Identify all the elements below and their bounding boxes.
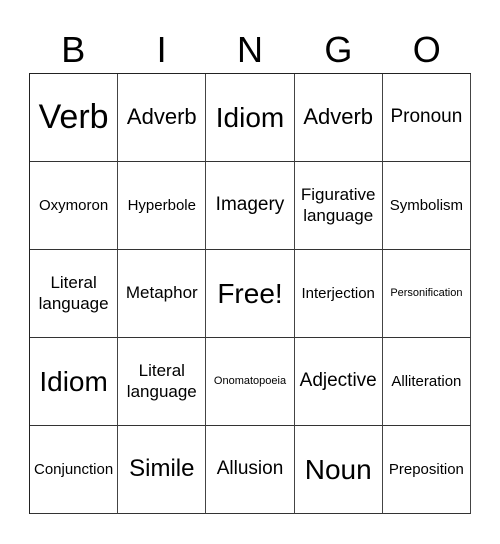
cell-label: Oxymoron bbox=[39, 196, 109, 214]
bingo-cell[interactable]: Verb bbox=[30, 74, 119, 162]
cell-label: Adverb bbox=[303, 104, 374, 130]
cell-label: Onomatopoeia bbox=[213, 374, 287, 387]
header-letter-g: G bbox=[324, 29, 353, 70]
bingo-cell[interactable]: Onomatopoeia bbox=[206, 338, 295, 426]
cell-label: Adverb bbox=[126, 104, 197, 130]
bingo-grid: Verb Adverb Idiom Adverb Pronoun Oxymoron Hype… bbox=[29, 73, 471, 514]
bingo-cell[interactable]: Hyperbole bbox=[118, 162, 207, 250]
bingo-cell[interactable]: Figurative language bbox=[294, 162, 383, 250]
cell-label: Noun bbox=[304, 453, 372, 485]
bingo-cell[interactable]: Literal language bbox=[30, 250, 119, 338]
bingo-cell[interactable]: Metaphor bbox=[118, 250, 207, 338]
cell-label: Idiom bbox=[215, 101, 285, 133]
bingo-cell[interactable]: Adjective bbox=[294, 338, 383, 426]
cell-label: Alliteration bbox=[391, 372, 462, 390]
cell-label: Symbolism bbox=[389, 196, 464, 214]
cell-label: Literal language bbox=[38, 273, 109, 313]
bingo-cell[interactable]: Preposition bbox=[382, 426, 471, 514]
cell-label: Metaphor bbox=[125, 283, 198, 303]
bingo-header: B I N G O bbox=[29, 28, 471, 72]
cell-label: Adjective bbox=[299, 370, 377, 392]
bingo-cell[interactable]: Noun bbox=[294, 426, 383, 514]
cell-label: Conjunction bbox=[33, 460, 114, 478]
free-space-cell[interactable]: Free! bbox=[206, 250, 295, 338]
header-letter-n: N bbox=[236, 29, 263, 70]
cell-label: Preposition bbox=[388, 460, 464, 478]
header-letter-i: I bbox=[156, 29, 167, 70]
cell-label: Interjection bbox=[301, 284, 375, 302]
bingo-cell[interactable]: Alliteration bbox=[382, 338, 471, 426]
bingo-cell[interactable]: Adverb bbox=[118, 74, 207, 162]
bingo-cell[interactable]: Simile bbox=[118, 426, 207, 514]
cell-label: Pronoun bbox=[390, 106, 463, 128]
cell-label: Free! bbox=[217, 277, 283, 309]
bingo-cell[interactable]: Conjunction bbox=[30, 426, 119, 514]
bingo-cell[interactable]: Personification bbox=[382, 250, 471, 338]
bingo-cell[interactable]: Idiom bbox=[206, 74, 295, 162]
bingo-cell[interactable]: Interjection bbox=[294, 250, 383, 338]
header-letter-b: B bbox=[61, 29, 86, 70]
bingo-cell[interactable]: Idiom bbox=[30, 338, 119, 426]
bingo-cell[interactable]: Symbolism bbox=[382, 162, 471, 250]
cell-label: Allusion bbox=[216, 458, 284, 480]
cell-label: Imagery bbox=[215, 194, 285, 216]
bingo-cell[interactable]: Allusion bbox=[206, 426, 295, 514]
bingo-cell[interactable]: Imagery bbox=[206, 162, 295, 250]
bingo-cell[interactable]: Pronoun bbox=[382, 74, 471, 162]
bingo-cell[interactable]: Literal language bbox=[118, 338, 207, 426]
cell-label: Personification bbox=[390, 286, 463, 299]
cell-label: Hyperbole bbox=[127, 196, 196, 214]
bingo-cell[interactable]: Adverb bbox=[294, 74, 383, 162]
header-letter-o: O bbox=[412, 29, 441, 70]
cell-label: Verb bbox=[38, 98, 109, 137]
cell-label: Simile bbox=[129, 455, 195, 483]
cell-label: Idiom bbox=[39, 365, 108, 397]
cell-label: Literal language bbox=[126, 361, 197, 401]
cell-label: Figurative language bbox=[300, 185, 376, 225]
bingo-cell[interactable]: Oxymoron bbox=[30, 162, 119, 250]
